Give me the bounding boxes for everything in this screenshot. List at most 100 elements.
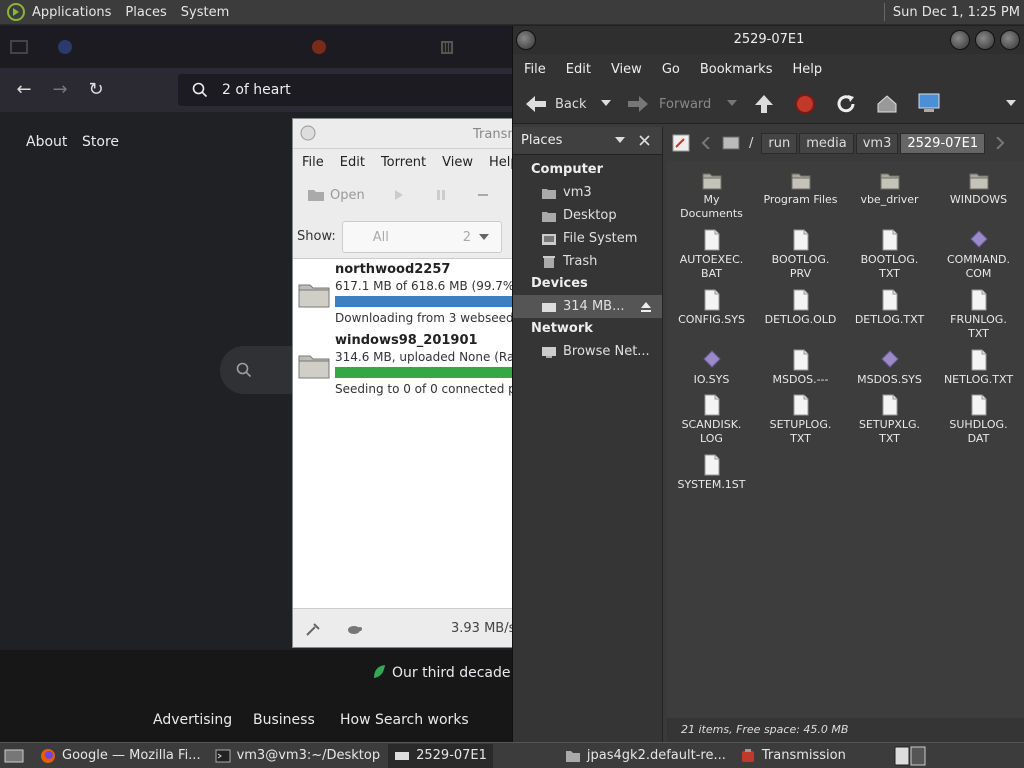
menu-file[interactable]: File xyxy=(524,62,546,77)
distro-logo-icon[interactable] xyxy=(6,3,26,21)
show-desktop-icon[interactable] xyxy=(4,748,24,764)
close-icon[interactable] xyxy=(639,135,650,146)
tab-2[interactable] xyxy=(56,35,74,59)
menu-edit[interactable]: Edit xyxy=(340,155,365,170)
preferences-icon[interactable] xyxy=(305,621,323,637)
eject-icon[interactable] xyxy=(640,301,652,313)
menu-torrent[interactable]: Torrent xyxy=(381,155,426,170)
path-crumb-root[interactable]: / xyxy=(743,134,759,153)
drive-icon[interactable] xyxy=(721,134,741,152)
torrent-row[interactable]: northwood2257 617.1 MB of 618.6 MB (99.7… xyxy=(293,259,531,330)
how-search-works-link[interactable]: How Search works xyxy=(340,712,469,728)
tab-1[interactable] xyxy=(8,35,30,59)
file-item[interactable]: SUHDLOG. DAT xyxy=(934,394,1023,446)
pause-icon[interactable] xyxy=(435,189,447,201)
taskbar-file-manager[interactable]: 2529-07E1 xyxy=(388,743,493,768)
file-item[interactable]: BOOTLOG. TXT xyxy=(845,229,934,281)
sidebar-item-vm3[interactable]: vm3 xyxy=(513,181,662,204)
file-item[interactable]: FRUNLOG. TXT xyxy=(934,289,1023,341)
sidebar-item-desktop[interactable]: Desktop xyxy=(513,204,662,227)
taskbar-transmission[interactable]: Transmission xyxy=(734,744,852,768)
edit-location-icon[interactable] xyxy=(671,133,691,153)
taskbar-terminal[interactable]: vm3@vm3:~/Desktop xyxy=(209,744,387,768)
menu-view[interactable]: View xyxy=(611,62,642,77)
url-text[interactable]: 2 of heart xyxy=(222,82,291,98)
path-crumb-run[interactable]: run xyxy=(761,132,798,154)
file-item[interactable]: SCANDISK. LOG xyxy=(667,394,756,446)
computer-icon[interactable] xyxy=(917,92,941,114)
places-menu[interactable]: Places xyxy=(125,5,166,20)
file-item[interactable]: IO.SYS xyxy=(667,349,756,387)
back-button[interactable]: Back xyxy=(525,92,611,116)
menu-go[interactable]: Go xyxy=(662,62,680,77)
file-item[interactable]: MSDOS.--- xyxy=(756,349,845,387)
applications-menu[interactable]: Applications xyxy=(32,5,111,20)
file-item[interactable]: vbe_driver xyxy=(845,169,934,207)
file-item[interactable]: DETLOG.OLD xyxy=(756,289,845,327)
sidebar-item-filesystem[interactable]: File System xyxy=(513,227,662,250)
start-icon[interactable] xyxy=(393,189,405,201)
file-item[interactable]: AUTOEXEC. BAT xyxy=(667,229,756,281)
menu-bookmarks[interactable]: Bookmarks xyxy=(700,62,773,77)
sidebar-header[interactable]: Places xyxy=(513,127,662,155)
workspace-switcher-icon[interactable] xyxy=(894,746,928,766)
reload-icon[interactable] xyxy=(835,93,857,115)
menu-edit[interactable]: Edit xyxy=(566,62,591,77)
tab-4[interactable] xyxy=(438,35,456,59)
file-item[interactable]: MSDOS.SYS xyxy=(845,349,934,387)
reload-icon[interactable]: ↻ xyxy=(84,78,108,102)
path-crumb-current[interactable]: 2529-07E1 xyxy=(900,132,986,154)
chevron-down-icon[interactable] xyxy=(615,137,625,145)
file-item[interactable]: My Documents xyxy=(667,169,756,221)
show-filter-dropdown[interactable]: All 2 xyxy=(341,220,502,253)
home-icon[interactable] xyxy=(876,93,898,115)
menu-view[interactable]: View xyxy=(442,155,473,170)
footer-tagline[interactable]: Our third decade of xyxy=(392,665,528,681)
up-icon[interactable] xyxy=(753,93,775,115)
taskbar-folder[interactable]: jpas4gk2.default-re... xyxy=(559,744,732,768)
transmission-titlebar[interactable]: Transm xyxy=(293,119,531,149)
tab-3[interactable] xyxy=(310,35,328,59)
maximize-button[interactable] xyxy=(975,30,995,50)
back-icon[interactable]: ← xyxy=(12,78,36,102)
system-menu[interactable]: System xyxy=(181,5,229,20)
chevron-left-icon[interactable] xyxy=(701,137,711,149)
file-item[interactable]: SYSTEM.1ST xyxy=(667,454,756,492)
advertising-link[interactable]: Advertising xyxy=(153,712,232,728)
file-item[interactable]: COMMAND. COM xyxy=(934,229,1023,281)
about-link[interactable]: About xyxy=(26,134,67,150)
business-link[interactable]: Business xyxy=(253,712,315,728)
forward-button[interactable]: Forward xyxy=(627,92,738,116)
store-link[interactable]: Store xyxy=(82,134,119,150)
close-button[interactable] xyxy=(1000,30,1020,50)
sidebar-item-device[interactable]: 314 MB... xyxy=(513,295,662,318)
torrent-row[interactable]: windows98_201901 314.6 MB, uploaded None… xyxy=(293,330,531,401)
chevron-down-icon[interactable] xyxy=(1006,100,1016,108)
open-button[interactable]: Open xyxy=(307,187,365,203)
file-item[interactable]: DETLOG.TXT xyxy=(845,289,934,327)
file-item[interactable]: WINDOWS xyxy=(934,169,1023,207)
file-item[interactable]: NETLOG.TXT xyxy=(934,349,1023,387)
clock[interactable]: Sun Dec 1, 1:25 PM xyxy=(893,5,1020,20)
file-icon-view[interactable]: My Documents Program Files vbe_driver WINDO… xyxy=(667,161,1024,718)
minimize-button[interactable] xyxy=(950,30,970,50)
sidebar-item-browse-network[interactable]: Browse Net... xyxy=(513,340,662,363)
file-item[interactable]: SETUPLOG. TXT xyxy=(756,394,845,446)
taskbar-firefox[interactable]: Google — Mozilla Fi... xyxy=(34,744,207,768)
stop-icon[interactable] xyxy=(794,93,816,115)
file-manager-titlebar[interactable]: 2529-07E1 xyxy=(513,26,1024,54)
file-item[interactable]: Program Files xyxy=(756,169,845,207)
menu-file[interactable]: File xyxy=(302,155,324,170)
file-item[interactable]: CONFIG.SYS xyxy=(667,289,756,327)
sidebar-item-trash[interactable]: Trash xyxy=(513,250,662,273)
remove-icon[interactable] xyxy=(477,189,489,201)
window-menu-icon[interactable] xyxy=(299,124,317,142)
menu-help[interactable]: Help xyxy=(792,62,822,77)
path-crumb-vm3[interactable]: vm3 xyxy=(855,132,899,154)
forward-icon[interactable]: → xyxy=(48,78,72,102)
chevron-right-icon[interactable] xyxy=(995,137,1005,149)
file-item[interactable]: BOOTLOG. PRV xyxy=(756,229,845,281)
turtle-icon[interactable] xyxy=(345,622,363,636)
file-item[interactable]: SETUPXLG. TXT xyxy=(845,394,934,446)
path-crumb-media[interactable]: media xyxy=(799,132,854,154)
